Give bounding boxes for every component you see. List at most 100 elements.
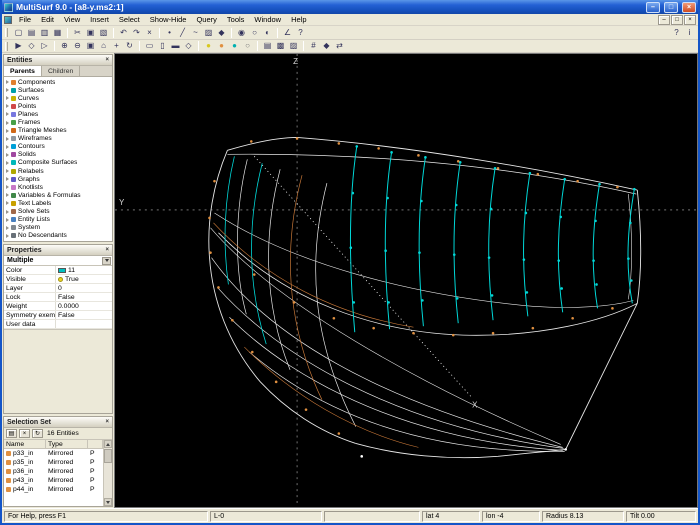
tree-item-contours[interactable]: Contours [4,143,112,151]
save-button[interactable]: ▥ [38,27,51,39]
menu-window[interactable]: Window [249,15,286,24]
property-value[interactable]: 0 [56,284,112,292]
control-point[interactable] [522,258,526,261]
property-value[interactable]: False [56,293,112,301]
control-point[interactable] [208,216,211,220]
expand-arrow-icon[interactable] [6,185,9,190]
expand-arrow-icon[interactable] [6,201,9,206]
deselect-button[interactable]: ▷ [38,40,51,52]
selection-row-p33-in[interactable]: p33_in Mirrored P [4,449,103,458]
expand-arrow-icon[interactable] [6,96,9,101]
control-point[interactable] [630,279,633,282]
menu-insert[interactable]: Insert [85,15,114,24]
expand-arrow-icon[interactable] [6,80,9,85]
delete-button[interactable]: × [143,27,156,39]
control-point[interactable] [627,257,630,260]
selection-scrollbar[interactable] [103,440,112,506]
hull-curve[interactable] [214,212,634,308]
column-header-extra[interactable] [88,440,103,448]
select-button[interactable]: ▶ [12,40,25,52]
control-point[interactable] [633,187,636,191]
hull-curve[interactable] [349,146,358,333]
control-point[interactable] [384,249,387,252]
expand-arrow-icon[interactable] [6,88,9,93]
hull-curve[interactable] [208,150,356,444]
properties-selection-combo[interactable]: Multiple [4,256,112,266]
control-point[interactable] [337,142,341,145]
view-side-button[interactable]: ▯ [156,40,169,52]
hull-curve[interactable] [227,153,637,195]
tree-item-wireframes[interactable]: Wireframes [4,135,112,143]
zoom-fit-button[interactable]: ⌂ [97,40,110,52]
property-value[interactable]: 0.0000 [56,302,112,310]
control-point[interactable] [231,318,234,322]
menu-select[interactable]: Select [114,15,145,24]
context-help-button[interactable]: ? [670,27,683,39]
properties-close-icon[interactable]: × [105,247,109,253]
control-point[interactable] [557,259,561,262]
selection-close-icon[interactable]: × [105,419,109,425]
cut-button[interactable]: ✂ [71,27,84,39]
expand-arrow-icon[interactable] [6,233,9,238]
tree-item-graphs[interactable]: Graphs [4,175,112,183]
hull-curve[interactable] [636,190,642,304]
control-point[interactable] [592,259,595,262]
menu-help[interactable]: Help [286,15,311,24]
reorder-set-button[interactable]: ↻ [32,429,43,438]
tree-item-surfaces[interactable]: Surfaces [4,86,112,94]
expand-arrow-icon[interactable] [6,152,9,157]
control-point[interactable] [525,291,529,294]
expand-arrow-icon[interactable] [6,193,9,198]
menu-show-hide[interactable]: Show-Hide [145,15,192,24]
control-point[interactable] [594,219,597,223]
redo-button[interactable]: ↷ [130,27,143,39]
property-value[interactable]: True [56,275,112,283]
hide-button[interactable]: ○ [248,27,261,39]
hull-curve[interactable] [249,351,565,452]
selection-row-p35-in[interactable]: p35_in Mirrored P [4,458,103,467]
control-point[interactable] [452,253,456,256]
tree-item-points[interactable]: Points [4,102,112,110]
control-point[interactable] [304,408,308,411]
tree-item-system[interactable]: System [4,224,112,232]
control-point[interactable] [349,246,353,250]
scroll-up-button[interactable] [104,440,112,448]
tab-children[interactable]: Children [42,66,81,76]
toolbar-grip[interactable] [5,28,8,37]
snap-toggle-button[interactable]: ◆ [320,40,333,52]
control-point[interactable] [417,154,420,157]
hull-curve[interactable] [523,173,531,317]
control-point[interactable] [377,147,380,150]
control-point[interactable] [352,301,356,304]
insert-line-button[interactable]: ╱ [176,27,189,39]
hull-curve[interactable] [488,168,496,321]
tree-item-entity-lists[interactable]: Entity Lists [4,216,112,224]
toolbar-grip[interactable] [5,41,8,51]
control-point[interactable] [252,273,256,276]
tree-item-relabels[interactable]: Relabels [4,167,112,175]
control-point[interactable] [355,145,359,148]
paste-button[interactable]: ▧ [97,27,110,39]
property-value[interactable]: 11 [56,266,112,274]
selection-row-p43-in[interactable]: p43_in Mirrored P [4,476,103,485]
rotate-view-button[interactable]: ↻ [123,40,136,52]
hull-curve[interactable] [355,442,566,459]
expand-arrow-icon[interactable] [6,120,9,125]
about-button[interactable]: i [683,27,696,39]
tree-item-knotlists[interactable]: Knotlists [4,183,112,191]
hull-curve[interactable] [213,222,414,328]
expand-arrow-icon[interactable] [6,169,9,174]
control-point[interactable] [386,196,389,200]
control-point[interactable] [629,221,632,225]
hull-curve[interactable] [627,189,635,304]
tree-item-text-labels[interactable]: Text Labels [4,199,112,207]
hull-curve[interactable] [557,179,566,313]
tree-item-curves[interactable]: Curves [4,94,112,102]
control-point[interactable] [454,203,458,207]
tab-parents[interactable]: Parents [4,66,42,76]
query-button[interactable]: ? [294,27,307,39]
new-button[interactable]: ▢ [12,27,25,39]
control-point[interactable] [274,380,278,384]
control-point[interactable] [536,172,540,176]
control-point[interactable] [456,159,460,163]
